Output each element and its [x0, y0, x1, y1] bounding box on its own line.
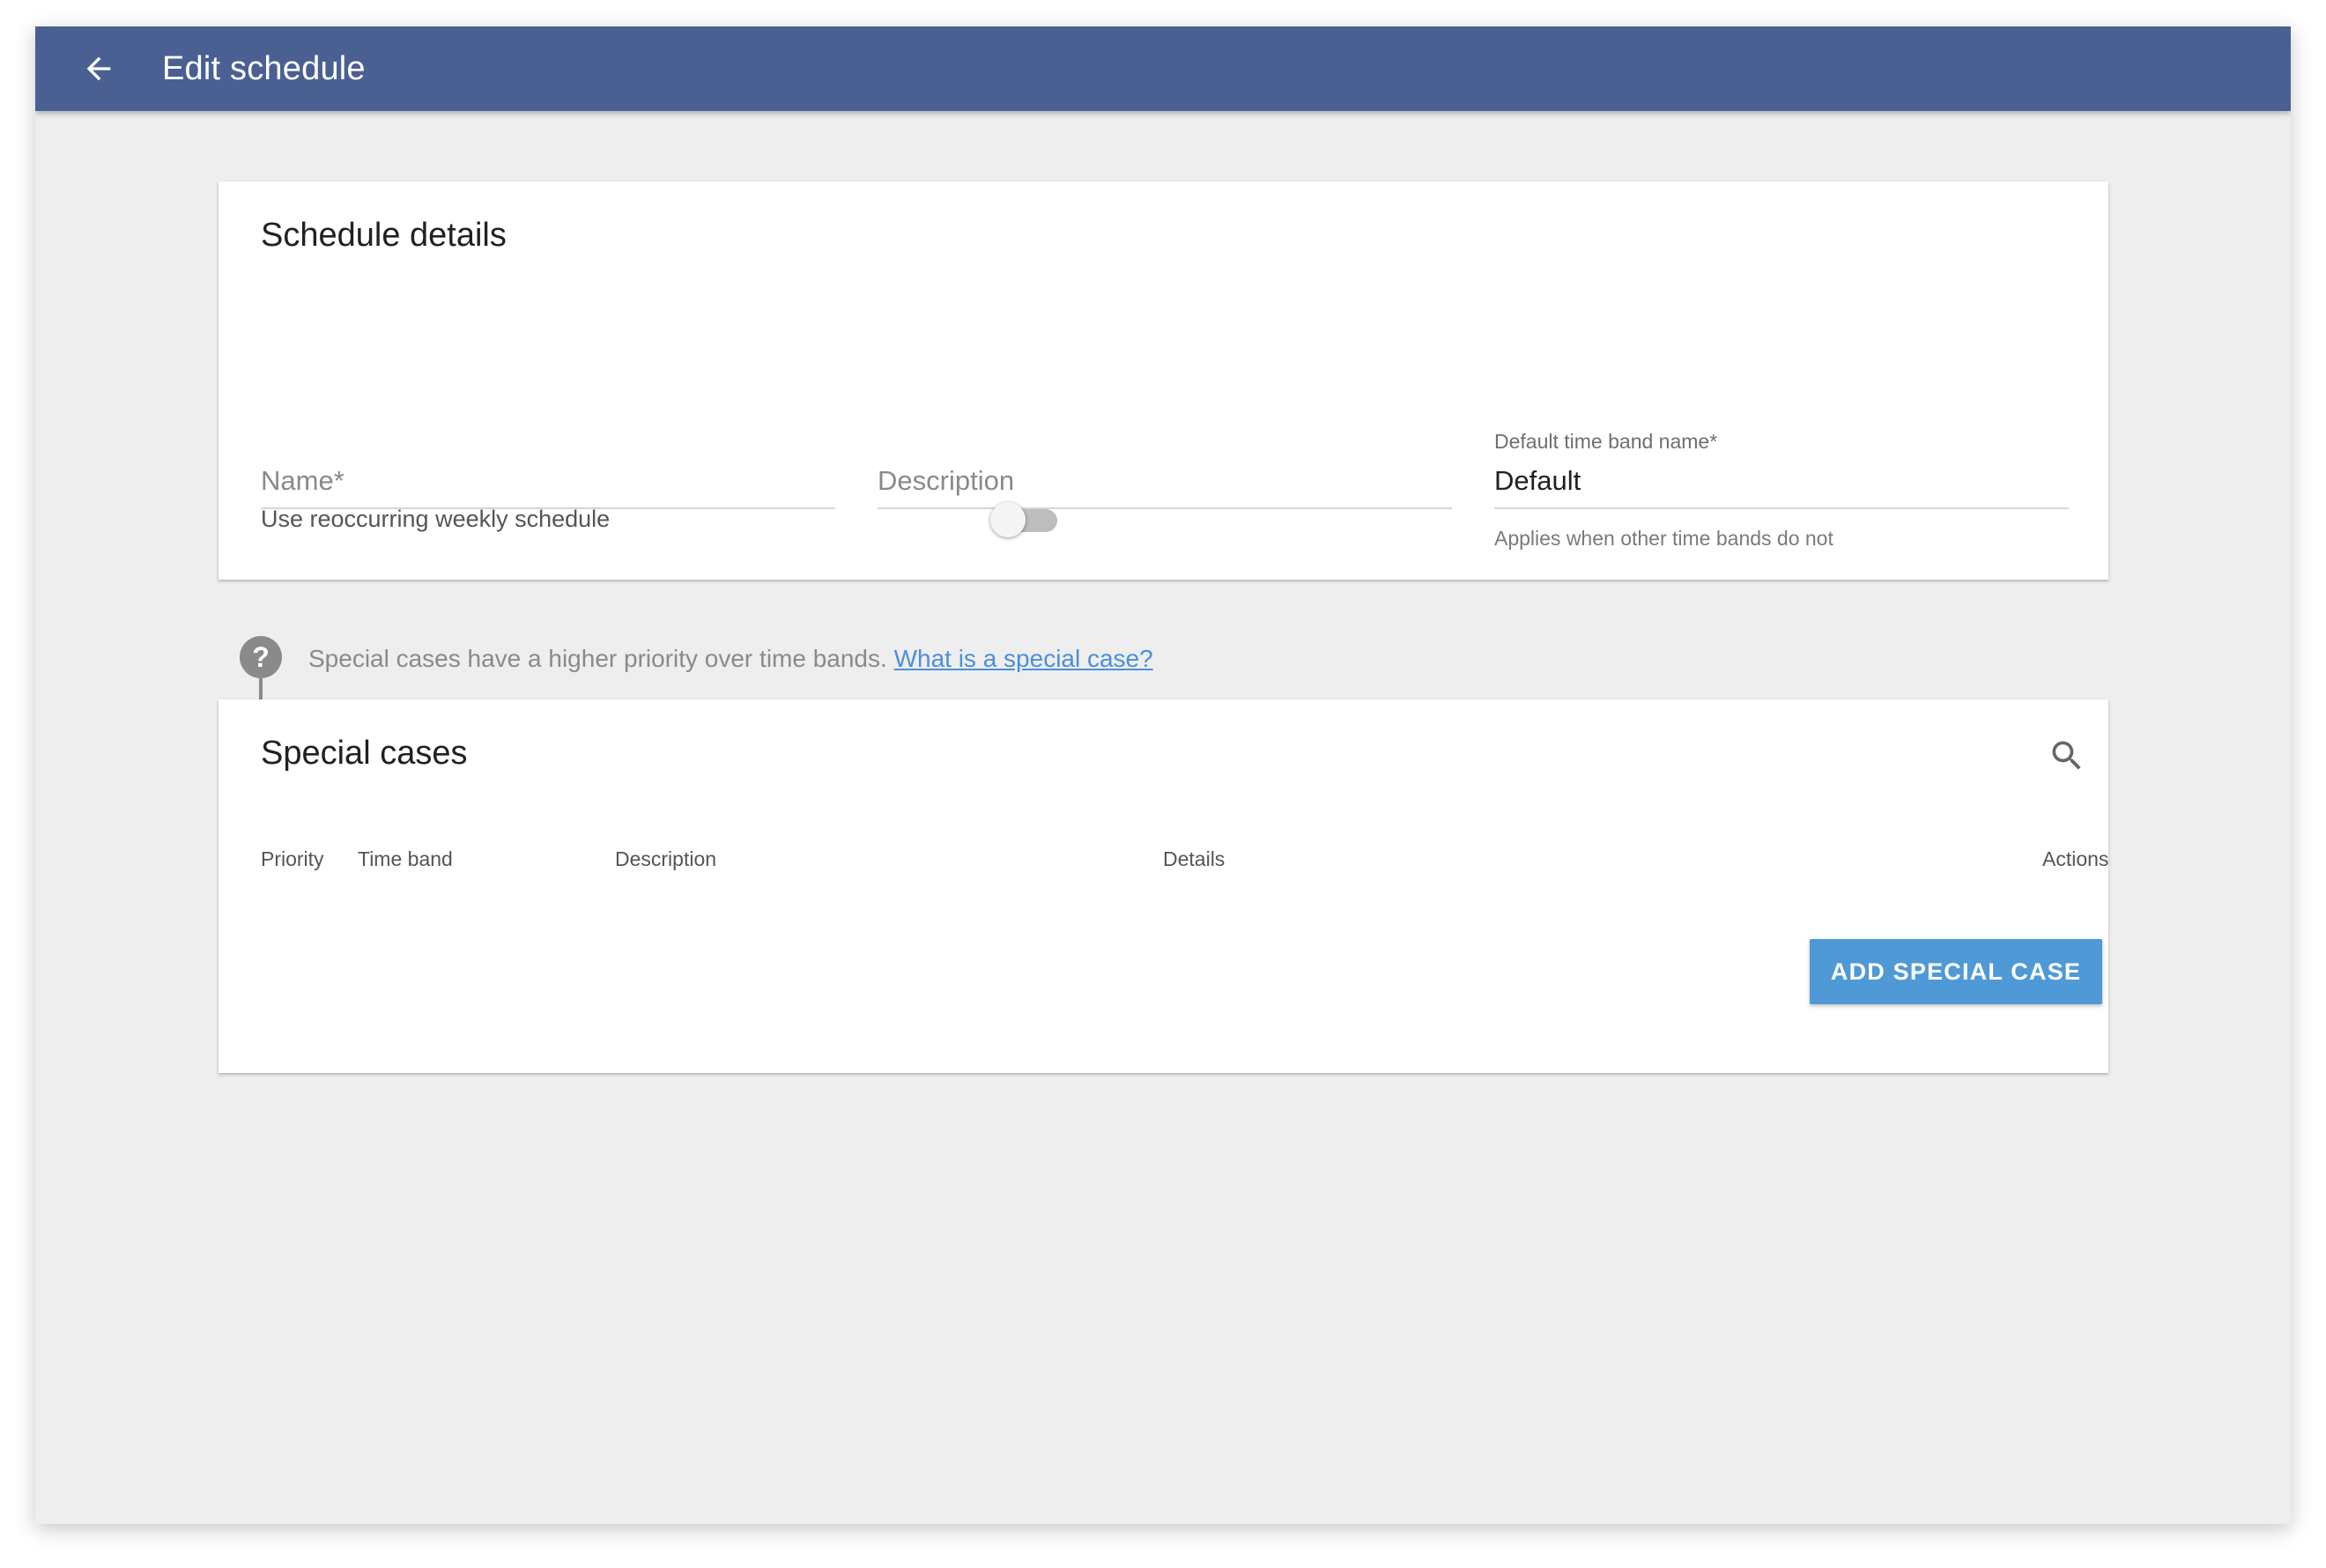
name-field[interactable]: Name*	[261, 421, 835, 509]
default-time-band-helper: Applies when other time bands do not	[1494, 527, 1833, 550]
what-is-special-case-link[interactable]: What is a special case?	[894, 645, 1153, 672]
weekly-schedule-label: Use reoccurring weekly schedule	[261, 506, 611, 532]
description-field-underline	[878, 507, 1452, 509]
toggle-thumb	[990, 502, 1026, 537]
column-header-actions: Actions	[2042, 847, 2109, 870]
column-header-priority[interactable]: Priority	[261, 847, 324, 871]
arrow-left-icon	[86, 56, 111, 81]
default-time-band-value: Default	[1494, 465, 1582, 496]
weekly-schedule-toggle[interactable]	[990, 502, 1061, 537]
app-window: Edit schedule Schedule details Name* Des…	[35, 26, 2291, 1524]
column-header-description[interactable]: Description	[615, 847, 716, 871]
add-special-case-button[interactable]: ADD SPECIAL CASE	[1810, 939, 2102, 1004]
schedule-details-title: Schedule details	[261, 217, 507, 254]
page-title: Edit schedule	[162, 50, 366, 87]
back-button[interactable]	[76, 46, 122, 92]
default-time-band-field[interactable]: Default time band name* Default Applies …	[1494, 421, 2069, 550]
default-time-band-underline	[1494, 507, 2069, 509]
svg-text:?: ?	[252, 641, 270, 673]
special-case-info: ? Special cases have a higher priority o…	[238, 634, 1471, 699]
info-description: Special cases have a higher priority ove…	[308, 645, 894, 672]
search-icon	[2052, 741, 2081, 770]
schedule-details-card: Schedule details Name* Description Defau…	[219, 181, 2108, 580]
column-header-time-band[interactable]: Time band	[358, 847, 453, 871]
special-cases-card: Special cases Priority Time band Descrip…	[219, 699, 2108, 1073]
column-header-details[interactable]: Details	[1163, 847, 1225, 871]
description-field-placeholder: Description	[878, 465, 1015, 496]
default-time-band-label: Default time band name*	[1494, 430, 1718, 453]
description-field[interactable]: Description	[878, 421, 1452, 509]
search-button[interactable]	[2042, 731, 2092, 780]
info-text: Special cases have a higher priority ove…	[308, 645, 1153, 673]
app-bar: Edit schedule	[35, 26, 2291, 111]
help-circle-icon: ?	[240, 636, 282, 699]
special-cases-title: Special cases	[261, 735, 468, 772]
name-field-placeholder: Name*	[261, 465, 344, 496]
